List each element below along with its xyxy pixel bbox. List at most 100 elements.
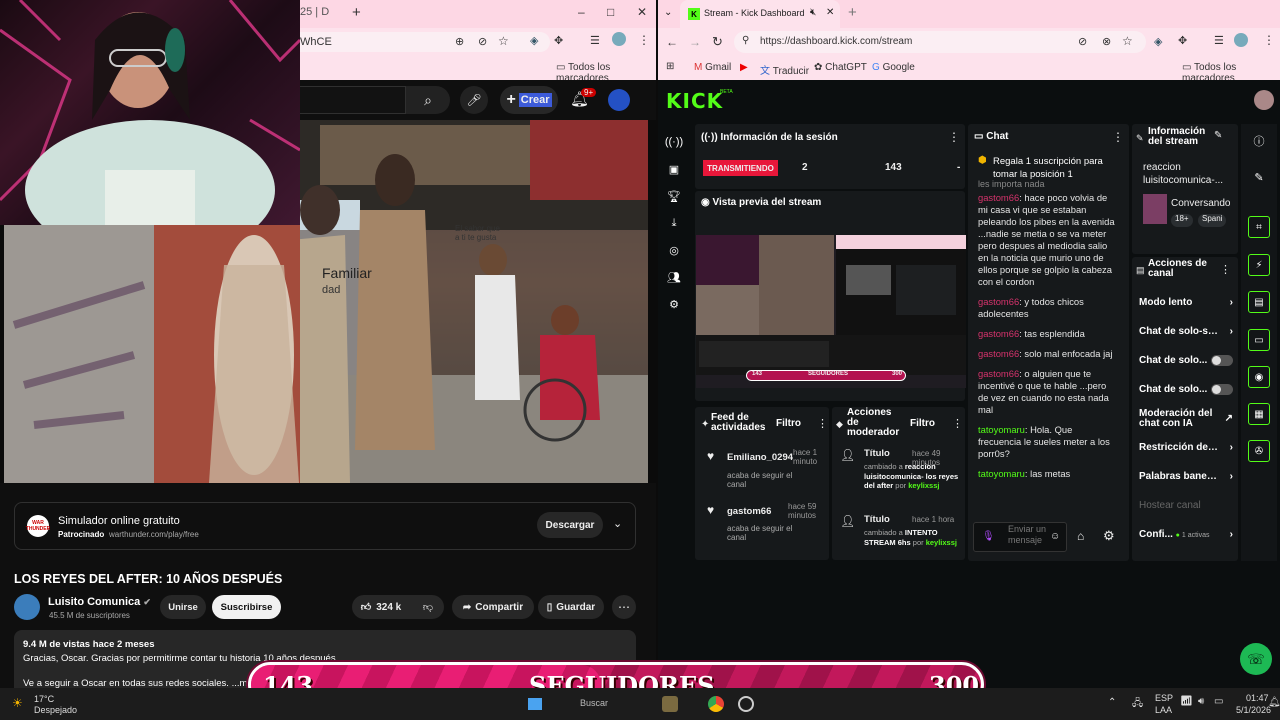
stream-preview-image[interactable]: 143 SEGUIDORES 300 (696, 235, 966, 388)
tab-kick-dashboard[interactable]: K Stream - Kick Dashboard 🔇︎ ✕ (680, 0, 840, 28)
account-age-row[interactable]: Restricción de ed › (1139, 433, 1233, 462)
feed-user-2[interactable]: gastom66 (727, 506, 771, 517)
obs-icon[interactable] (738, 696, 754, 712)
volume-icon[interactable]: 🔊︎ (1198, 696, 1204, 707)
more-actions-icon[interactable]: ⋯ (612, 595, 636, 619)
bookmark-translate[interactable]: 文 Traducir (760, 62, 809, 77)
new-tab-button[interactable]: + (848, 4, 857, 21)
tab-search-icon[interactable]: ⌄ (664, 7, 672, 18)
mute-icon[interactable]: 🔇︎ (810, 7, 816, 18)
app-icon[interactable] (662, 696, 678, 712)
media-icon[interactable]: ☰ (590, 34, 600, 47)
left-tab-title[interactable]: 25 | D (300, 6, 329, 18)
shield-icon[interactable]: ◈ (530, 34, 538, 47)
kick-logo[interactable]: KICK (666, 89, 723, 113)
forward-icon[interactable]: → (689, 35, 701, 49)
save-button[interactable]: ▯ Guardar (538, 595, 604, 619)
bookmark-chatgpt[interactable]: ✿ ChatGPT (814, 62, 867, 73)
tracking-icon[interactable]: ⊗ (1102, 35, 1111, 48)
share-button[interactable]: ➦ Compartir (452, 595, 534, 619)
apps-icon[interactable]: ⊞ (666, 61, 674, 72)
channel-name[interactable]: Luisito Comunica ✔ (48, 596, 151, 608)
feed-filter[interactable]: Filtro (776, 418, 801, 429)
eye-off-icon[interactable]: ⊘ (1078, 35, 1087, 48)
channel-avatar[interactable] (14, 594, 40, 620)
feed-menu-icon[interactable]: ⋮ (817, 417, 828, 430)
emote-only-row[interactable]: Chat de solo... (1139, 375, 1233, 404)
chat-settings-icon[interactable]: ⚙ (1103, 528, 1115, 544)
user-avatar[interactable] (1254, 90, 1274, 110)
channel-actions-menu-icon[interactable]: ⋮ (1220, 263, 1231, 276)
back-icon[interactable]: ← (666, 35, 678, 49)
chat-input[interactable]: 🎙︎ Enviar un mensaje ☺ (973, 522, 1067, 552)
community-icon[interactable]: 👥︎ (664, 267, 684, 287)
join-button[interactable]: Unirse (160, 595, 206, 619)
config-row[interactable]: Confi... ● 1 activas › (1139, 520, 1233, 549)
category-name[interactable]: Conversando (1171, 198, 1230, 209)
tab-close-icon[interactable]: ✕ (826, 7, 834, 18)
slow-mode-row[interactable]: Modo lento › (1139, 288, 1233, 317)
minimize-button[interactable]: – (578, 5, 585, 19)
thumbs-down-icon[interactable]: 👎︎ (414, 595, 442, 619)
extensions-icon[interactable]: ✥ (1178, 34, 1187, 47)
language-2[interactable]: LAA (1155, 705, 1172, 715)
banned-words-row[interactable]: Palabras baneadi › (1139, 462, 1233, 491)
chrome-icon[interactable] (708, 696, 724, 712)
bookmark-gmail[interactable]: M Gmail (694, 62, 731, 73)
taskbar-search[interactable]: Buscar (580, 698, 608, 708)
clock-date[interactable]: 5/1/2026 (1236, 705, 1271, 715)
ad-download-button[interactable]: Descargar (537, 512, 603, 538)
pinned-gift-message[interactable]: Regala 1 suscripción para tomar la posic… (993, 155, 1123, 181)
subscribe-button[interactable]: Suscribirse (212, 595, 281, 619)
star-icon[interactable]: ☆ (498, 34, 509, 48)
emote-icon[interactable]: 🎙︎ (982, 531, 995, 542)
trophy-icon[interactable]: 🏆︎ (664, 186, 684, 206)
weather-icon[interactable]: ☀ (12, 696, 23, 710)
settings-icon[interactable]: ⚙ (664, 294, 684, 314)
broadcast-icon[interactable]: ◉ (1248, 366, 1270, 388)
extensions-icon[interactable]: ✥ (554, 34, 563, 47)
profile-icon[interactable] (612, 32, 626, 46)
language-1[interactable]: ESP (1155, 693, 1173, 703)
close-button[interactable]: ✕ (637, 5, 647, 19)
toggle-switch[interactable] (1211, 355, 1233, 366)
menu-icon[interactable]: ⋮ (1263, 33, 1275, 47)
chat-menu-icon[interactable]: ⋮ (1112, 130, 1124, 144)
like-button[interactable]: 👍︎ 324 k (352, 595, 410, 619)
mod-menu-icon[interactable]: ⋮ (952, 417, 963, 430)
wifi-icon[interactable]: 📶︎ (1180, 696, 1193, 707)
avatar[interactable] (608, 89, 630, 111)
left-url[interactable]: WhCE (300, 36, 332, 48)
tray-chevron-icon[interactable]: ⌃ (1108, 697, 1116, 708)
url[interactable]: https://dashboard.kick.com/stream (760, 36, 912, 47)
mod-filter[interactable]: Filtro (910, 418, 935, 429)
youtube-video-player[interactable]: Familiar dad El sabor que a ti te gusta (300, 120, 648, 483)
bookmark-youtube[interactable]: ▶ (740, 62, 748, 73)
pencil-icon[interactable]: ✎ (1248, 166, 1270, 188)
ad-card[interactable]: WAR THUNDER Simulador online gratuito Pa… (14, 502, 636, 550)
chevron-down-icon[interactable]: ⌄ (613, 517, 622, 530)
shield-icon[interactable]: ◈ (1154, 35, 1162, 48)
edit-icon[interactable]: ✎ (1214, 130, 1222, 141)
mic-icon[interactable]: 🎤︎ (460, 86, 488, 114)
network-icon[interactable]: 🖧︎ (1132, 696, 1143, 713)
video-icon[interactable]: ▣ (664, 159, 684, 179)
battery-icon[interactable]: ▭ (1214, 696, 1223, 707)
sub-only-row[interactable]: Chat de solo... (1139, 346, 1233, 375)
notification-icon[interactable]: 🔔︎ (1268, 697, 1280, 708)
star-icon[interactable]: ☆ (1122, 34, 1133, 48)
wrench-icon[interactable]: ✇ (1248, 440, 1270, 462)
store-icon[interactable]: ⌂ (1077, 529, 1084, 543)
toggle-switch[interactable] (1211, 384, 1233, 395)
target-icon[interactable]: ◎ (664, 240, 684, 260)
install-icon[interactable]: ⊕ (455, 35, 464, 48)
search-icon[interactable]: ⌕ (406, 86, 450, 114)
help-chat-icon[interactable]: ☏ (1240, 643, 1272, 675)
media-icon[interactable]: ☰ (1214, 34, 1224, 47)
stream-icon[interactable]: ((·)) (664, 132, 684, 152)
clock-time[interactable]: 01:47 (1246, 693, 1269, 703)
site-info-icon[interactable]: ⚲ (742, 35, 749, 46)
info-icon[interactable]: ⓘ (1248, 130, 1270, 152)
reload-icon[interactable]: ↻ (712, 34, 723, 50)
upload-icon[interactable]: ⤓ (664, 213, 684, 233)
